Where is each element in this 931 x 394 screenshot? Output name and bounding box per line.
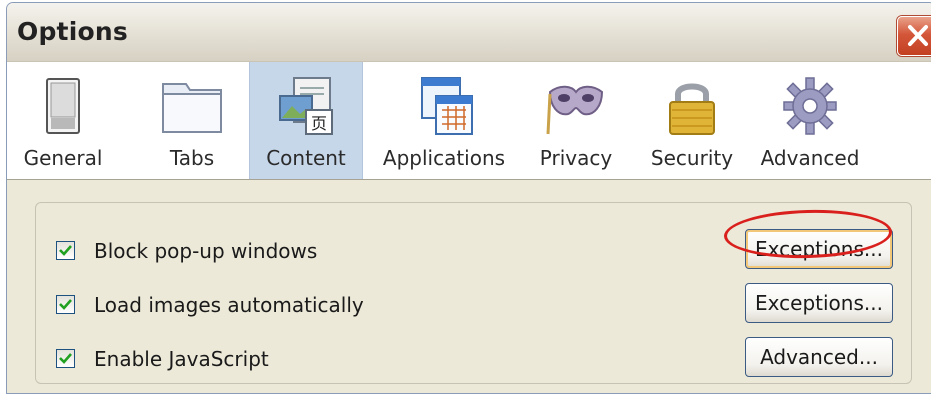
tab-label: Advanced bbox=[760, 146, 860, 170]
tab-label: General bbox=[23, 146, 103, 170]
tab-privacy[interactable]: Privacy bbox=[526, 62, 626, 179]
advanced-gear-icon bbox=[783, 77, 837, 135]
content-options-group: Block pop-up windows Load images automat… bbox=[35, 202, 912, 384]
images-exceptions-button[interactable]: Exceptions... bbox=[745, 283, 893, 323]
enable-javascript-label: Enable JavaScript bbox=[94, 347, 269, 371]
checkmark-icon bbox=[59, 245, 72, 256]
checkmark-icon bbox=[59, 299, 72, 310]
enable-javascript-checkbox[interactable] bbox=[56, 349, 75, 368]
close-icon bbox=[908, 25, 928, 46]
content-panel: Block pop-up windows Load images automat… bbox=[7, 180, 931, 393]
tab-applications[interactable]: Applications bbox=[379, 62, 509, 179]
block-popups-label: Block pop-up windows bbox=[94, 239, 318, 263]
tab-label: Content bbox=[266, 146, 346, 170]
applications-windows-icon bbox=[421, 77, 473, 135]
tabs-folder-icon bbox=[162, 83, 222, 133]
tab-label: Tabs bbox=[169, 146, 215, 170]
title-bar: Options bbox=[7, 3, 931, 62]
tab-advanced[interactable]: Advanced bbox=[756, 62, 864, 179]
category-toolbar: General Tabs 页 Content Applications Priv… bbox=[7, 62, 931, 180]
tab-label: Applications bbox=[382, 146, 506, 170]
tab-label: Security bbox=[650, 146, 734, 170]
tab-content[interactable]: 页 Content bbox=[249, 62, 363, 179]
load-images-checkbox[interactable] bbox=[56, 295, 75, 314]
close-button[interactable] bbox=[897, 16, 931, 56]
svg-text:页: 页 bbox=[311, 114, 327, 133]
general-switch-icon bbox=[46, 78, 80, 134]
window-title: Options bbox=[17, 17, 128, 46]
security-padlock-icon bbox=[669, 83, 715, 135]
privacy-mask-icon bbox=[546, 85, 604, 135]
tab-tabs[interactable]: Tabs bbox=[150, 62, 234, 179]
tab-label: Privacy bbox=[539, 146, 613, 170]
checkmark-icon bbox=[59, 353, 72, 364]
tab-security[interactable]: Security bbox=[642, 62, 742, 179]
content-pictures-icon: 页 bbox=[279, 77, 333, 135]
block-popups-checkbox[interactable] bbox=[56, 241, 75, 260]
tab-general[interactable]: General bbox=[13, 62, 113, 179]
javascript-advanced-button[interactable]: Advanced... bbox=[745, 337, 893, 377]
popup-exceptions-button[interactable]: Exceptions... bbox=[745, 229, 893, 269]
options-window: Options General Tabs 页 Content Applicati… bbox=[6, 2, 931, 394]
load-images-label: Load images automatically bbox=[94, 293, 364, 317]
